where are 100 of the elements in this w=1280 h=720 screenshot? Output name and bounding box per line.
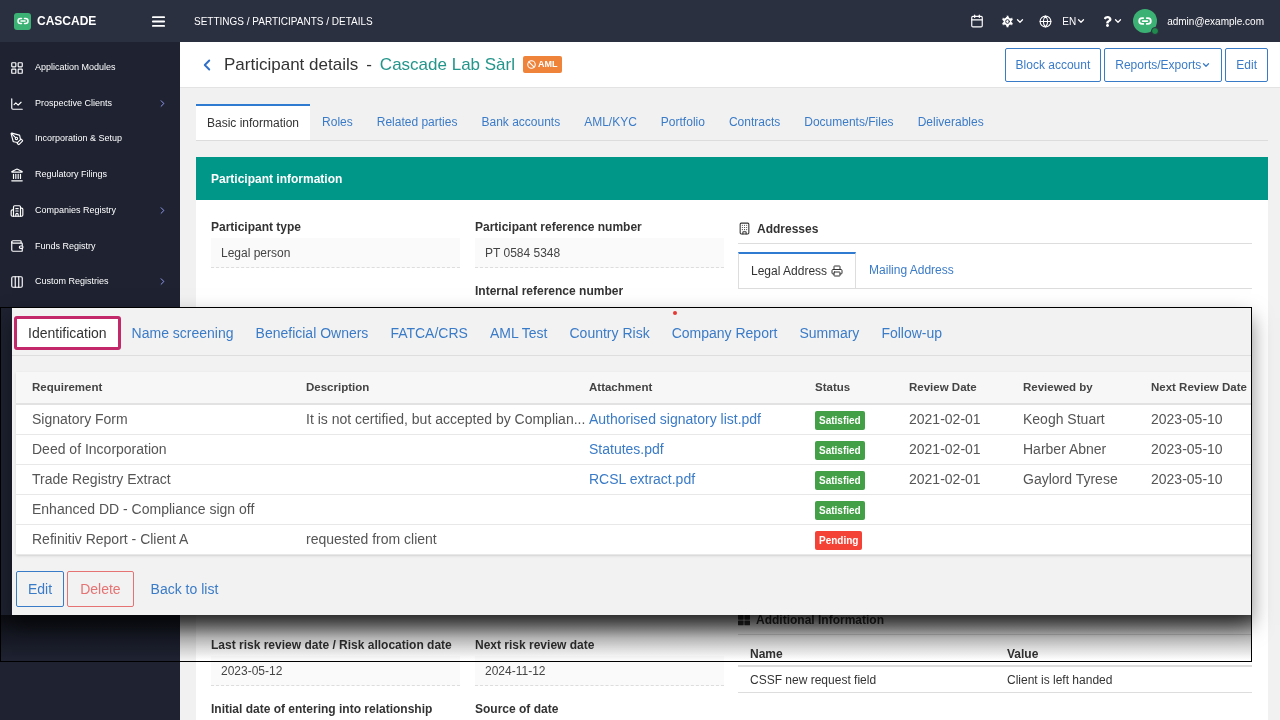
table-cell: Refinitiv Report - Client A xyxy=(32,531,189,547)
table-cell: 2021-02-01 xyxy=(909,411,981,427)
table-cell: Trade Registry Extract xyxy=(32,471,171,487)
table-cell: 2023-05-10 xyxy=(1151,411,1223,427)
section-header: Participant information xyxy=(196,157,1268,200)
building-icon xyxy=(10,203,24,218)
column-header: Review Date xyxy=(909,379,978,395)
panel-tab[interactable]: Beneficial Owners xyxy=(244,316,380,350)
aml-badge: AML xyxy=(523,56,562,73)
status-label: Satisfied xyxy=(815,471,865,490)
panel-tab[interactable]: Name screening xyxy=(120,316,245,350)
column-header: Status xyxy=(815,379,852,395)
panel-tab[interactable]: Identification xyxy=(14,316,121,350)
panel-tab[interactable]: Follow-up xyxy=(870,316,954,350)
caret-icon xyxy=(1113,16,1124,26)
avatar[interactable] xyxy=(1133,9,1158,33)
header-button[interactable]: Reports/Exports xyxy=(1104,47,1223,82)
page-title: Participant details xyxy=(224,53,359,76)
field-label: Next risk review date xyxy=(475,638,596,653)
sidebar-item[interactable]: Incorporation & Setup xyxy=(0,121,180,158)
help-icon[interactable] xyxy=(1102,15,1124,27)
sidebar-item[interactable]: Application Modules xyxy=(0,50,180,86)
sidebar-item[interactable]: Custom Registries xyxy=(0,264,180,300)
panel-tab[interactable]: AML Test xyxy=(478,316,559,350)
edit-button[interactable]: Edit xyxy=(16,571,65,607)
table-cell: 2021-02-01 xyxy=(909,441,981,457)
language-selector[interactable]: EN xyxy=(1062,13,1087,29)
calendar-icon[interactable] xyxy=(970,14,985,28)
logo-icon xyxy=(14,12,31,30)
field-label: Initial date of entering into relationship xyxy=(211,702,434,717)
caret-icon xyxy=(1076,16,1087,26)
sidebar-item[interactable]: Prospective Clients xyxy=(0,85,180,122)
back-link[interactable]: Back to list xyxy=(150,578,219,600)
sidebar-item[interactable]: Companies Registry xyxy=(0,192,180,229)
panel-tab[interactable]: Summary xyxy=(788,316,871,350)
tab[interactable]: Portfolio xyxy=(648,104,717,140)
field-label: Participant type xyxy=(211,220,303,235)
tab[interactable]: Deliverables xyxy=(905,104,996,140)
column-header: Attachment xyxy=(589,379,654,395)
brand-name: CASCADE xyxy=(37,13,97,30)
tab[interactable]: Roles xyxy=(310,104,365,140)
sidebar-item[interactable]: Regulatory Filings xyxy=(0,157,180,193)
tab[interactable]: Documents/Files xyxy=(792,104,906,140)
table-cell: requested from client xyxy=(306,531,437,547)
column-header: Value xyxy=(1006,646,1040,663)
globe-icon[interactable] xyxy=(1039,14,1053,28)
column-header: Name xyxy=(749,646,784,663)
breadcrumb: SETTINGS / PARTICIPANTS / DETAILS xyxy=(194,14,373,29)
table-cell: Enhanced DD - Compliance sign off xyxy=(32,501,255,517)
column-header: Next Review Date xyxy=(1151,379,1248,395)
status-label: Satisfied xyxy=(815,441,865,460)
address-tab[interactable]: Legal Address xyxy=(738,252,857,288)
tab[interactable]: Contracts xyxy=(716,104,793,140)
wallet-icon xyxy=(10,239,24,254)
printer-icon[interactable] xyxy=(831,265,844,277)
panel-tab[interactable]: Company Report xyxy=(660,316,789,350)
table-cell: 2023-05-10 xyxy=(1151,471,1223,487)
building-icon xyxy=(738,222,751,235)
header-button[interactable]: Edit xyxy=(1225,47,1268,82)
participant-name: Cascade Lab Sàrl xyxy=(379,53,515,76)
field-value: Legal person xyxy=(211,238,460,268)
attachment-link[interactable]: Authorised signatory list.pdf xyxy=(589,411,761,427)
table-cell: It is not certified, but accepted by Complian... xyxy=(306,411,586,427)
table-cell: 2021-02-01 xyxy=(909,471,981,487)
table-cell: Gaylord Tyrese xyxy=(1023,471,1118,487)
chart-icon xyxy=(10,96,24,111)
attachment-link[interactable]: RCSL extract.pdf xyxy=(589,471,696,487)
settings-icon[interactable] xyxy=(1000,13,1026,29)
field-label: Internal reference number xyxy=(475,284,625,299)
tab[interactable]: Basic information xyxy=(196,104,311,140)
tab[interactable]: AML/KYC xyxy=(572,104,649,140)
column-header: Reviewed by xyxy=(1023,379,1094,395)
tab[interactable]: Related parties xyxy=(364,104,470,140)
address-tab[interactable]: Mailing Address xyxy=(856,252,967,288)
delete-button[interactable]: Delete xyxy=(67,571,134,607)
bank-icon xyxy=(10,167,24,182)
field-label: Source of date xyxy=(475,702,560,717)
field-label: Last risk review date / Risk allocation date xyxy=(211,638,453,653)
user-email[interactable]: admin@example.com xyxy=(1167,13,1264,29)
columns-icon xyxy=(10,274,24,289)
link-icon xyxy=(1138,14,1153,28)
table-cell-text: CSSF new request field xyxy=(749,671,878,689)
grid-icon xyxy=(10,60,24,75)
table-cell: Signatory Form xyxy=(32,411,128,427)
sidebar-item[interactable]: Funds Registry xyxy=(0,228,180,265)
panel-tab[interactable]: FATCA/CRS xyxy=(379,316,479,350)
tab[interactable]: Bank accounts xyxy=(469,104,573,140)
field-label: Participant reference number xyxy=(475,220,643,235)
status-label: Satisfied xyxy=(815,411,865,430)
table-cell: Deed of Incorporation xyxy=(32,441,167,457)
header-button[interactable]: Block account xyxy=(1004,47,1102,82)
attachment-link[interactable]: Statutes.pdf xyxy=(589,441,664,457)
field-value: 2024-11-12 xyxy=(475,656,724,686)
addresses-title: Addresses xyxy=(757,220,819,238)
menu-icon[interactable] xyxy=(151,13,167,29)
pen-icon xyxy=(10,132,24,147)
panel-tab[interactable]: Country Risk xyxy=(558,316,661,350)
table-cell: Harber Abner xyxy=(1023,441,1107,457)
table-cell-text: Client is left handed xyxy=(1006,671,1114,689)
status-label: Pending xyxy=(815,531,863,550)
